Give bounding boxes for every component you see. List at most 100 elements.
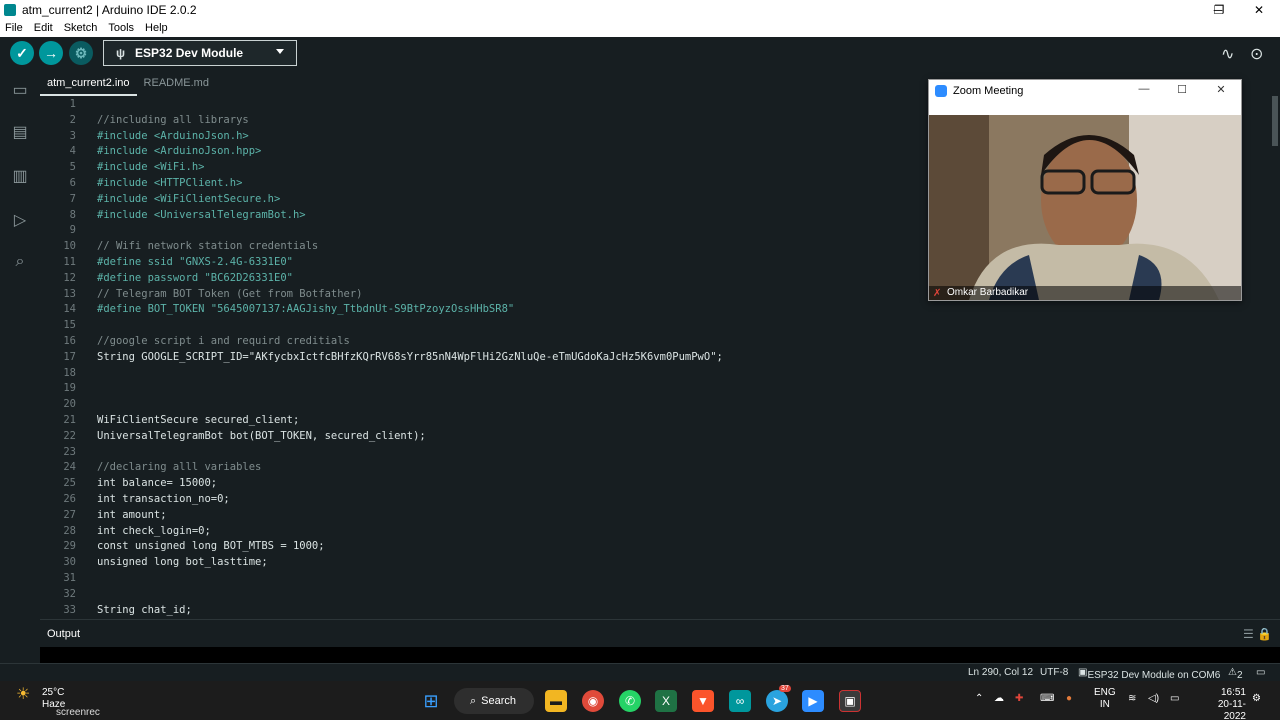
code-line[interactable]: 25 int balance= 15000; xyxy=(40,475,1260,491)
tray-app-icon[interactable]: ☁ xyxy=(994,693,1004,705)
maximize-button[interactable]: ❐ xyxy=(1199,0,1239,19)
zoom-logo-icon xyxy=(935,85,947,97)
line-number: 21 xyxy=(63,414,76,426)
code-line[interactable]: 29 const unsigned long BOT_MTBS = 1000; xyxy=(40,538,1260,554)
output-controls[interactable]: ☰ 🔒 xyxy=(1243,620,1272,648)
line-number: 9 xyxy=(69,224,76,237)
notifications-count[interactable]: ⚠ 2 xyxy=(1228,667,1243,681)
code-line[interactable]: 26 int transaction_no=0; xyxy=(40,491,1260,507)
editor-scrollbar[interactable] xyxy=(1270,96,1280,619)
library-manager-icon[interactable]: ▥ xyxy=(10,166,30,186)
zoom-maximize-button[interactable]: ☐ xyxy=(1167,83,1197,96)
file-encoding[interactable]: UTF-8 xyxy=(1040,667,1068,678)
chrome-icon[interactable]: ◉ xyxy=(582,690,604,712)
participant-video: ✗ Omkar Barbadikar xyxy=(929,115,1241,300)
code-line[interactable]: 18 xyxy=(40,365,1260,381)
menu-sketch[interactable]: Sketch xyxy=(64,22,98,34)
zoom-meeting-window[interactable]: Zoom Meeting — ☐ ✕ ✗ Omkar Barbadikar xyxy=(928,79,1242,301)
code-line[interactable]: 16 //google script i and requird creditia… xyxy=(40,333,1260,349)
code-line[interactable]: 14 #define BOT_TOKEN "5645007137:AAGJishy… xyxy=(40,301,1260,317)
telegram-icon[interactable]: ➤ 37 xyxy=(766,685,791,712)
debug-button[interactable]: ⚙ xyxy=(69,41,93,65)
code-text: String chat_id; xyxy=(97,603,192,616)
whatsapp-icon[interactable]: ✆ xyxy=(619,690,641,712)
line-number: 4 xyxy=(69,145,76,158)
code-line[interactable]: 17 String GOOGLE_SCRIPT_ID="AKfycbxIctfcB… xyxy=(40,349,1260,365)
menu-file[interactable]: File xyxy=(5,22,23,34)
line-number: 6 xyxy=(69,177,76,189)
microphone-icon[interactable]: ● xyxy=(1066,693,1072,705)
code-line[interactable]: 24 //declaring alll variables xyxy=(40,459,1260,475)
battery-icon[interactable]: ▭ xyxy=(1170,693,1179,705)
code-line[interactable]: 23 xyxy=(40,444,1260,460)
code-line[interactable]: 27 int amount; xyxy=(40,507,1260,523)
code-line[interactable]: 31 xyxy=(40,570,1260,586)
taskbar-search[interactable]: ⌕ Search xyxy=(454,688,534,714)
serial-plotter-icon[interactable]: ∿ xyxy=(1221,44,1234,64)
line-number: 30 xyxy=(63,556,76,569)
line-number: 1 xyxy=(69,98,76,110)
scrollbar-thumb[interactable] xyxy=(1272,96,1278,146)
clock[interactable]: 16:51 20-11-2022 xyxy=(1196,687,1246,720)
code-text: // Telegram BOT Token (Get from Botfathe… xyxy=(97,287,363,300)
code-line[interactable]: 15 xyxy=(40,317,1260,333)
menu-help[interactable]: Help xyxy=(145,22,168,34)
output-panel[interactable] xyxy=(40,647,1280,663)
code-line[interactable]: 21 WiFiClientSecure secured_client; xyxy=(40,412,1260,428)
participant-name-bar: ✗ Omkar Barbadikar xyxy=(929,286,1241,300)
code-line[interactable]: 33 String chat_id; xyxy=(40,602,1260,618)
serial-monitor-icon[interactable]: ⊙ xyxy=(1250,44,1263,64)
zoom-close-button[interactable]: ✕ xyxy=(1206,83,1236,96)
line-number: 8 xyxy=(69,208,76,221)
line-number: 2 xyxy=(69,113,76,126)
excel-icon[interactable]: X xyxy=(655,690,677,712)
volume-icon[interactable]: ◁) xyxy=(1148,693,1159,705)
panel-toggle-icon[interactable]: ▭ xyxy=(1256,667,1265,678)
verify-button[interactable]: ✓ xyxy=(10,41,34,65)
code-line[interactable]: 28 int check_login=0; xyxy=(40,523,1260,539)
sketchbook-folder-icon[interactable]: ▭ xyxy=(10,80,30,100)
line-number: 32 xyxy=(63,587,76,600)
search-icon[interactable]: ⌕ xyxy=(10,252,30,272)
windows-start-icon[interactable]: ⊞ xyxy=(420,690,442,712)
language-indicator[interactable]: ENG IN xyxy=(1094,687,1116,711)
keyboard-icon[interactable]: ⌨ xyxy=(1040,693,1054,705)
board-selector[interactable]: ψ ESP32 Dev Module xyxy=(103,40,297,66)
brave-icon[interactable]: ▼ xyxy=(692,690,714,712)
wifi-icon[interactable]: ≋ xyxy=(1128,693,1136,705)
participant-video-frame xyxy=(929,115,1241,300)
code-text: int check_login=0; xyxy=(97,524,211,537)
code-line[interactable]: 22 UniversalTelegramBot bot(BOT_TOKEN, se… xyxy=(40,428,1260,444)
upload-button[interactable]: → xyxy=(39,41,63,65)
line-number: 33 xyxy=(63,603,76,616)
code-text: UniversalTelegramBot bot(BOT_TOKEN, secu… xyxy=(97,429,426,442)
zoom-minimize-button[interactable]: — xyxy=(1129,83,1159,95)
tray-chevron-up-icon[interactable]: ⌃ xyxy=(975,693,983,705)
cursor-position[interactable]: Ln 290, Col 12 xyxy=(968,667,1033,678)
tray-red-icon[interactable]: ✚ xyxy=(1015,693,1023,705)
telegram-badge: 37 xyxy=(779,685,791,692)
boards-manager-icon[interactable]: ▤ xyxy=(10,122,30,142)
sun-icon: ☀ xyxy=(16,686,31,703)
tab-atm-current2[interactable]: atm_current2.ino xyxy=(40,70,137,96)
tab-readme[interactable]: README.md xyxy=(137,70,216,96)
close-button[interactable]: ✕ xyxy=(1239,0,1279,19)
code-line[interactable]: 30 unsigned long bot_lasttime; xyxy=(40,554,1260,570)
zoom-taskbar-icon[interactable]: ▶ xyxy=(802,690,824,712)
arduino-taskbar-icon[interactable]: ∞ xyxy=(729,690,751,712)
code-line[interactable]: 20 xyxy=(40,396,1260,412)
notification-bell-icon[interactable]: ⚙ xyxy=(1252,693,1261,705)
window-titlebar: atm_current2 | Arduino IDE 2.0.2 ─ xyxy=(0,0,1280,19)
usb-icon: ψ xyxy=(116,46,126,60)
menu-edit[interactable]: Edit xyxy=(34,22,53,34)
zoom-titlebar: Zoom Meeting — ☐ ✕ xyxy=(929,80,1241,102)
line-number: 5 xyxy=(69,161,76,174)
code-line[interactable]: 32 xyxy=(40,586,1260,602)
screen-recorder-icon[interactable]: ▣ xyxy=(839,690,861,712)
debug-run-icon[interactable]: ▷ xyxy=(10,210,30,230)
menu-tools[interactable]: Tools xyxy=(108,22,134,34)
file-explorer-icon[interactable]: ▬ xyxy=(545,690,567,712)
code-line[interactable]: 19 xyxy=(40,380,1260,396)
board-port-status[interactable]: ▣ ESP32 Dev Module on COM6 xyxy=(1078,667,1220,681)
time: 16:51 xyxy=(1220,687,1246,698)
